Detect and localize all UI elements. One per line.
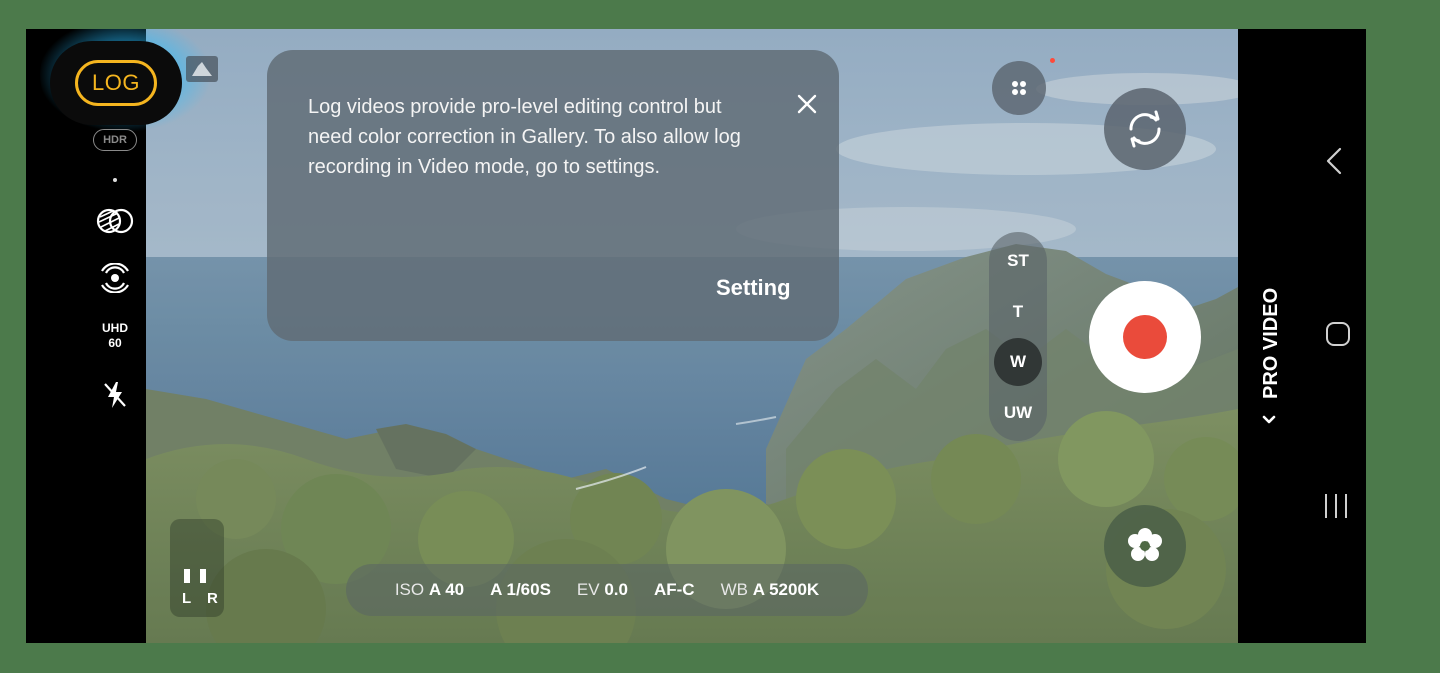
zoom-option-w[interactable]: W bbox=[989, 352, 1047, 372]
back-icon[interactable] bbox=[1322, 145, 1346, 182]
wb-label: WB bbox=[720, 580, 748, 599]
chevron-down-icon bbox=[1260, 411, 1283, 427]
recent-apps-icon[interactable] bbox=[1321, 492, 1351, 525]
hdr-badge[interactable]: HDR bbox=[93, 129, 137, 151]
shutter-value[interactable]: A 1/60S bbox=[490, 580, 551, 600]
ev-value: 0.0 bbox=[604, 580, 628, 599]
zoom-option-uw[interactable]: UW bbox=[989, 403, 1047, 423]
camera-screen: LOG HDR UHD 60 L R Log videos provide pr… bbox=[26, 29, 1366, 643]
ev-label: EV bbox=[576, 580, 600, 599]
resolution-label: UHD bbox=[102, 321, 128, 335]
camera-switch-button[interactable] bbox=[1104, 88, 1186, 170]
tooltip-message: Log videos provide pro-level editing con… bbox=[308, 96, 741, 178]
log-button[interactable]: LOG bbox=[75, 60, 157, 106]
log-pill: LOG bbox=[50, 41, 182, 125]
iso-setting[interactable]: ISO A 40 bbox=[395, 580, 464, 600]
flash-off-icon[interactable] bbox=[94, 380, 136, 410]
audio-channels-label: L R bbox=[182, 590, 224, 607]
resolution-fps-button[interactable]: UHD 60 bbox=[88, 321, 142, 351]
record-button[interactable] bbox=[1089, 281, 1201, 393]
mode-label: PRO VIDEO bbox=[1259, 287, 1282, 399]
left-quick-settings: LOG HDR UHD 60 bbox=[26, 29, 210, 643]
record-icon bbox=[1123, 315, 1167, 359]
close-icon[interactable] bbox=[793, 90, 821, 118]
histogram-icon[interactable] bbox=[186, 56, 218, 82]
effects-flower-icon bbox=[1128, 528, 1162, 561]
notification-dot bbox=[1050, 58, 1055, 63]
pro-settings-bar: ISO A 40 A 1/60S EV 0.0 AF-C WB A 5200K bbox=[346, 564, 868, 616]
focus-mode-value[interactable]: AF-C bbox=[654, 580, 695, 600]
ev-setting[interactable]: EV 0.0 bbox=[577, 580, 628, 600]
iso-value: A 40 bbox=[428, 580, 465, 599]
wb-setting[interactable]: WB A 5200K bbox=[721, 580, 820, 600]
iso-label: ISO bbox=[394, 580, 425, 599]
log-info-tooltip: Log videos provide pro-level editing con… bbox=[267, 50, 839, 341]
more-icon bbox=[1012, 81, 1026, 95]
mode-selector[interactable]: PRO VIDEO bbox=[1254, 257, 1288, 427]
audio-level-icon bbox=[182, 567, 212, 590]
effects-button[interactable] bbox=[1104, 505, 1186, 587]
more-options-button[interactable] bbox=[992, 61, 1046, 115]
filter-icon[interactable] bbox=[94, 206, 136, 236]
camera-switch-icon bbox=[1129, 110, 1161, 148]
stabilization-icon[interactable] bbox=[94, 263, 136, 293]
setting-link[interactable]: Setting bbox=[716, 275, 791, 301]
wb-value: A 5200K bbox=[752, 580, 820, 599]
home-icon[interactable] bbox=[1324, 320, 1352, 353]
zoom-option-t[interactable]: T bbox=[989, 302, 1047, 322]
rail-indicator-dot bbox=[113, 178, 117, 182]
zoom-option-st[interactable]: ST bbox=[989, 251, 1047, 271]
fps-label: 60 bbox=[108, 336, 122, 350]
zoom-selector: ST T W UW bbox=[989, 232, 1047, 441]
